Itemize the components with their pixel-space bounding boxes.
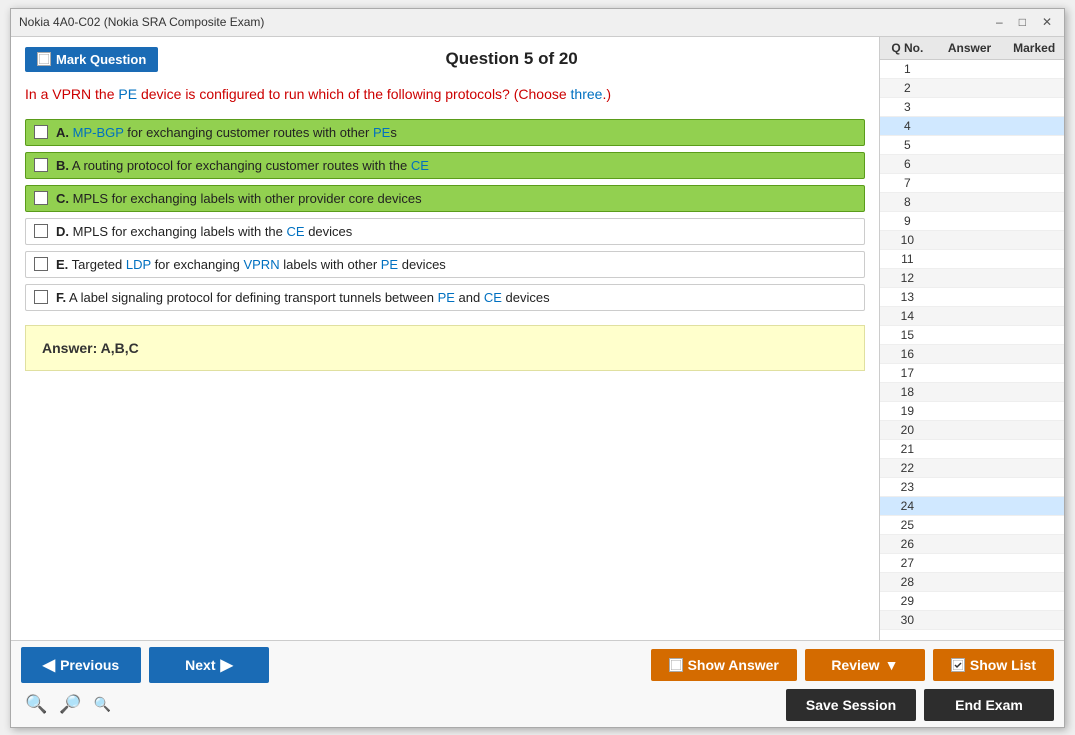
main-panel: Mark Question Question 5 of 20 In a VPRN… — [11, 37, 879, 640]
option-b-checkbox[interactable] — [34, 158, 48, 172]
sidebar-row-1: 1 — [880, 60, 1064, 79]
option-b-text: B. A routing protocol for exchanging cus… — [56, 158, 429, 173]
sidebar-row-20: 20 — [880, 421, 1064, 440]
previous-button[interactable]: ◀ Previous — [21, 647, 141, 683]
sidebar-col-qno: Q No. — [880, 41, 935, 55]
option-e-checkbox[interactable] — [34, 257, 48, 271]
sidebar-row-9: 9 — [880, 212, 1064, 231]
sidebar-row-27: 27 — [880, 554, 1064, 573]
sidebar-row-23: 23 — [880, 478, 1064, 497]
option-a-checkbox[interactable] — [34, 125, 48, 139]
zoom-out-button[interactable]: 🔍 — [90, 694, 115, 715]
sidebar-row-13: 13 — [880, 288, 1064, 307]
sidebar-col-answer: Answer — [935, 41, 1005, 55]
sidebar-row-19: 19 — [880, 402, 1064, 421]
sidebar-rows: 1 2 3 4 5 6 7 8 9 10 11 12 13 14 15 16 1… — [880, 60, 1064, 640]
sidebar-row-16: 16 — [880, 345, 1064, 364]
title-bar: Nokia 4A0-C02 (Nokia SRA Composite Exam)… — [11, 9, 1064, 37]
content-area: Mark Question Question 5 of 20 In a VPRN… — [11, 37, 1064, 640]
option-c-text: C. MPLS for exchanging labels with other… — [56, 191, 422, 206]
option-d-checkbox[interactable] — [34, 224, 48, 238]
sidebar-row-11: 11 — [880, 250, 1064, 269]
option-e-text: E. Targeted LDP for exchanging VPRN labe… — [56, 257, 446, 272]
option-f-checkbox[interactable] — [34, 290, 48, 304]
option-d[interactable]: D. MPLS for exchanging labels with the C… — [25, 218, 865, 245]
sidebar-row-29: 29 — [880, 592, 1064, 611]
mark-question-button[interactable]: Mark Question — [25, 47, 158, 72]
sidebar-row-8: 8 — [880, 193, 1064, 212]
show-answer-icon — [669, 658, 683, 672]
sidebar-row-24: 24 — [880, 497, 1064, 516]
sidebar-row-10: 10 — [880, 231, 1064, 250]
option-c[interactable]: C. MPLS for exchanging labels with other… — [25, 185, 865, 212]
zoom-controls: 🔍 🔎 🔍 — [21, 692, 115, 717]
sidebar-row-21: 21 — [880, 440, 1064, 459]
zoom-in-button[interactable]: 🔍 — [21, 692, 51, 717]
sidebar-row-6: 6 — [880, 155, 1064, 174]
answer-label: Answer: A,B,C — [42, 340, 139, 356]
mark-checkbox-icon — [37, 52, 51, 66]
header-row: Mark Question Question 5 of 20 — [25, 47, 865, 72]
question-text: In a VPRN the PE device is configured to… — [25, 84, 865, 105]
sidebar-row-17: 17 — [880, 364, 1064, 383]
bottom-nav-buttons: ◀ Previous Next ▶ Show Answer Review ▼ — [21, 647, 1054, 683]
next-arrow-icon: ▶ — [221, 655, 233, 675]
option-a[interactable]: A. MP-BGP for exchanging customer routes… — [25, 119, 865, 146]
sidebar: Q No. Answer Marked 1 2 3 4 5 6 7 8 9 10… — [879, 37, 1064, 640]
question-title: Question 5 of 20 — [158, 49, 865, 69]
save-session-button[interactable]: Save Session — [786, 689, 916, 721]
sidebar-row-14: 14 — [880, 307, 1064, 326]
zoom-reset-button[interactable]: 🔎 — [55, 692, 85, 717]
options-list: A. MP-BGP for exchanging customer routes… — [25, 119, 865, 311]
sidebar-row-28: 28 — [880, 573, 1064, 592]
sidebar-header: Q No. Answer Marked — [880, 37, 1064, 60]
bottom-bar: ◀ Previous Next ▶ Show Answer Review ▼ — [11, 640, 1064, 727]
sidebar-row-3: 3 — [880, 98, 1064, 117]
option-b[interactable]: B. A routing protocol for exchanging cus… — [25, 152, 865, 179]
end-exam-button[interactable]: End Exam — [924, 689, 1054, 721]
maximize-button[interactable]: □ — [1015, 15, 1030, 29]
review-dropdown-icon: ▼ — [885, 657, 899, 673]
next-button[interactable]: Next ▶ — [149, 647, 269, 683]
option-e[interactable]: E. Targeted LDP for exchanging VPRN labe… — [25, 251, 865, 278]
sidebar-row-26: 26 — [880, 535, 1064, 554]
sidebar-row-30: 30 — [880, 611, 1064, 630]
review-button[interactable]: Review ▼ — [805, 649, 925, 681]
previous-arrow-icon: ◀ — [43, 655, 55, 675]
minimize-button[interactable]: – — [992, 15, 1007, 29]
sidebar-col-marked: Marked — [1004, 41, 1064, 55]
sidebar-row-18: 18 — [880, 383, 1064, 402]
close-button[interactable]: ✕ — [1038, 15, 1056, 29]
show-list-button[interactable]: Show List — [933, 649, 1054, 681]
option-c-checkbox[interactable] — [34, 191, 48, 205]
main-window: Nokia 4A0-C02 (Nokia SRA Composite Exam)… — [10, 8, 1065, 728]
option-d-text: D. MPLS for exchanging labels with the C… — [56, 224, 352, 239]
sidebar-row-12: 12 — [880, 269, 1064, 288]
sidebar-row-7: 7 — [880, 174, 1064, 193]
sidebar-row-25: 25 — [880, 516, 1064, 535]
sidebar-row-5: 5 — [880, 136, 1064, 155]
show-list-icon — [951, 658, 965, 672]
sidebar-row-22: 22 — [880, 459, 1064, 478]
window-controls: – □ ✕ — [992, 15, 1056, 29]
sidebar-row-15: 15 — [880, 326, 1064, 345]
option-f-text: F. A label signaling protocol for defini… — [56, 290, 550, 305]
answer-box: Answer: A,B,C — [25, 325, 865, 371]
option-a-text: A. MP-BGP for exchanging customer routes… — [56, 125, 397, 140]
sidebar-row-4: 4 — [880, 117, 1064, 136]
bottom-action-buttons: 🔍 🔎 🔍 Save Session End Exam — [21, 689, 1054, 721]
window-title: Nokia 4A0-C02 (Nokia SRA Composite Exam) — [19, 15, 264, 29]
sidebar-row-2: 2 — [880, 79, 1064, 98]
show-answer-button[interactable]: Show Answer — [651, 649, 797, 681]
option-f[interactable]: F. A label signaling protocol for defini… — [25, 284, 865, 311]
